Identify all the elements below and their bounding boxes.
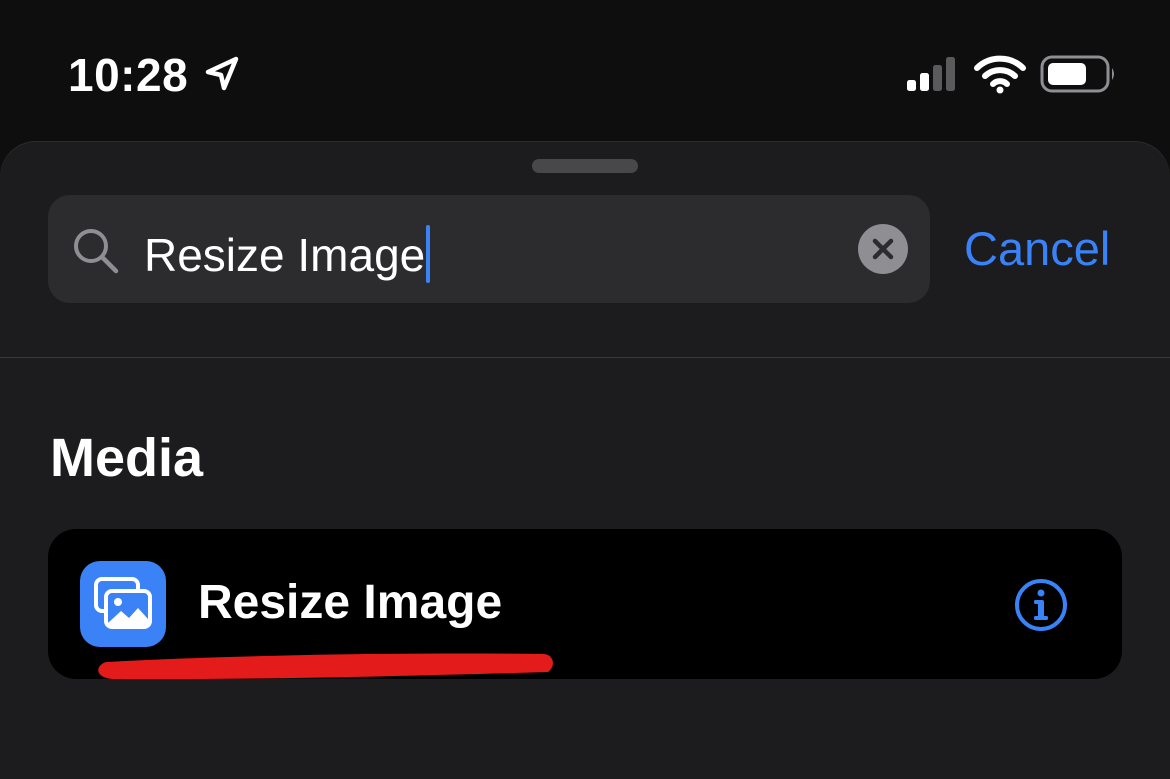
section-title: Media xyxy=(50,428,204,488)
info-icon[interactable] xyxy=(1014,578,1068,632)
screen: 10:28 Resize Image Cancel Media Resize I… xyxy=(0,0,1170,779)
divider xyxy=(0,357,1170,358)
clear-search-icon[interactable] xyxy=(858,224,908,274)
cancel-button[interactable]: Cancel xyxy=(964,221,1110,277)
text-caret xyxy=(426,225,431,283)
status-time: 10:28 xyxy=(68,49,189,101)
battery-icon xyxy=(1040,55,1114,93)
search-input[interactable]: Resize Image xyxy=(144,225,431,283)
red-underline-annotation xyxy=(98,653,553,680)
search-query-text: Resize Image xyxy=(144,229,426,281)
action-search-sheet: Resize Image Cancel Media Resize Image xyxy=(0,141,1170,779)
cellular-signal-icon xyxy=(907,57,955,91)
location-arrow-icon xyxy=(205,56,239,91)
search-field[interactable]: Resize Image xyxy=(48,195,930,303)
sheet-grabber[interactable] xyxy=(532,159,638,173)
result-label: Resize Image xyxy=(198,576,503,629)
wifi-icon xyxy=(974,55,1026,94)
search-icon xyxy=(74,229,119,274)
photos-icon xyxy=(80,561,166,647)
status-bar: 10:28 xyxy=(0,0,1170,140)
